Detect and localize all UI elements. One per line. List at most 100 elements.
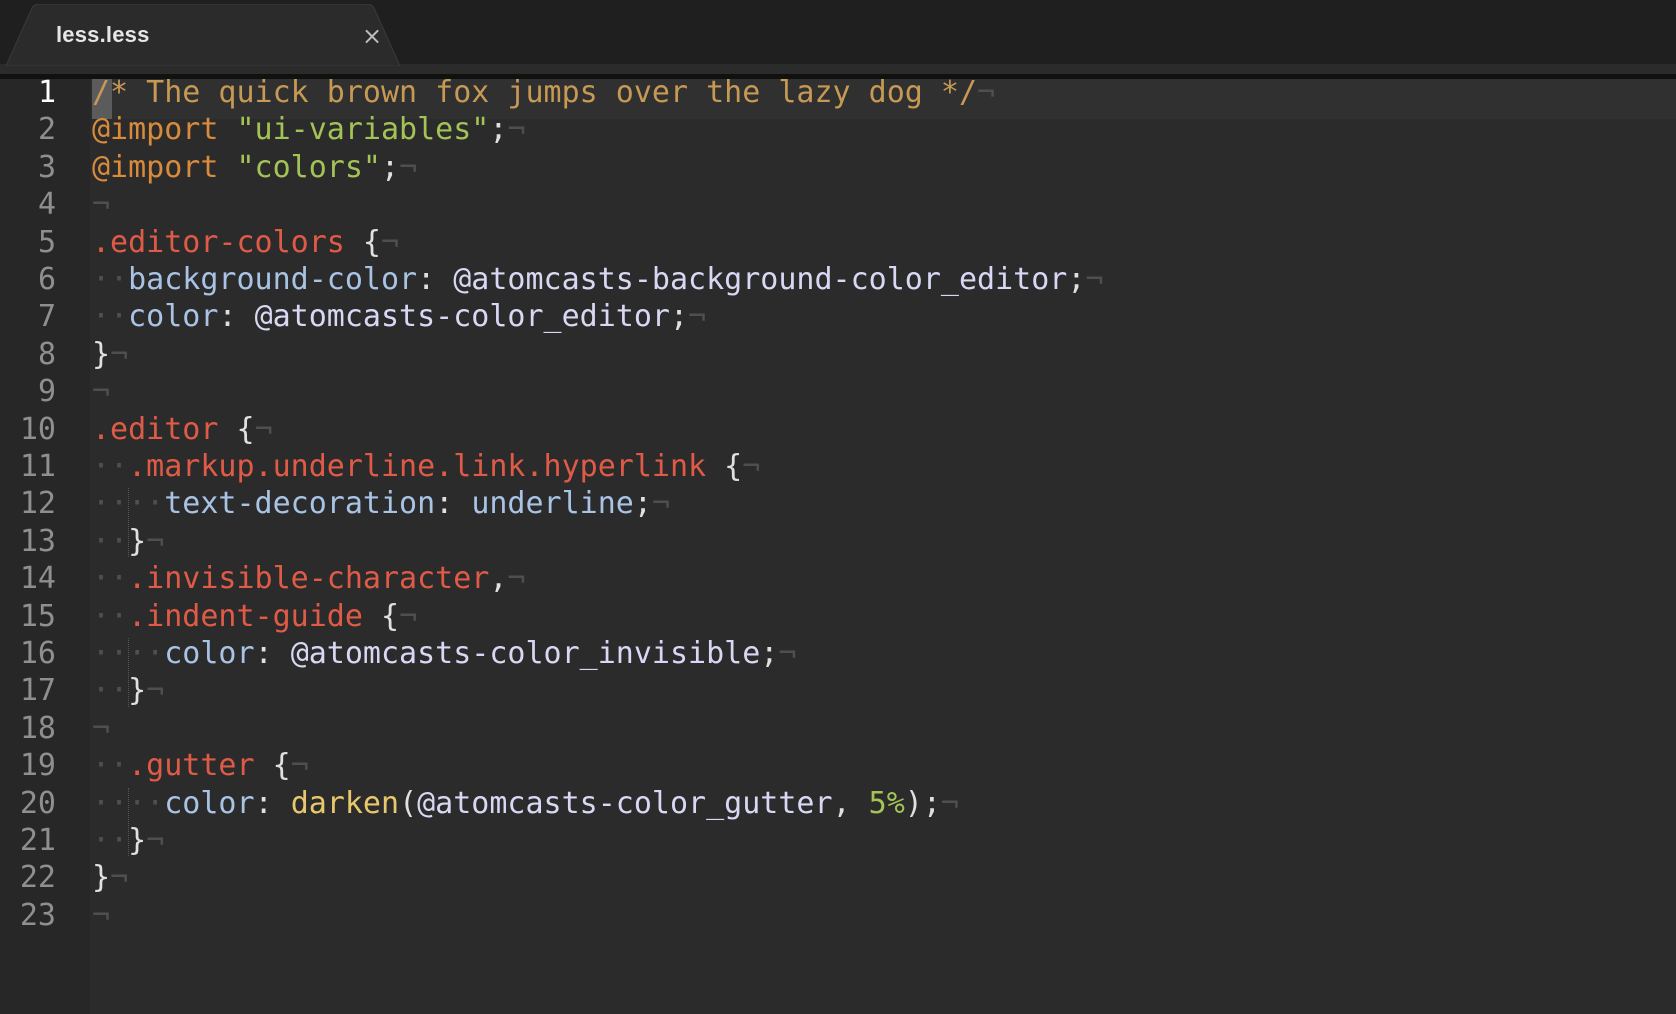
code-line[interactable]: ¬ [92, 372, 110, 412]
token-punc: ; [669, 299, 689, 335]
tab-title: less.less [56, 22, 150, 47]
code-line[interactable]: ····color: darken(@atomcasts-color_gutte… [92, 784, 959, 824]
end-of-line-marker: ¬ [507, 561, 526, 597]
line-number[interactable]: 7 [38, 297, 56, 337]
token-string: "colors" [236, 149, 382, 185]
token-inv: ·· [92, 449, 129, 484]
line-number[interactable]: 17 [20, 671, 56, 711]
end-of-line-marker: ¬ [146, 823, 165, 858]
line-number[interactable]: 13 [20, 522, 56, 562]
code-line[interactable]: ··.invisible-character,¬ [92, 559, 525, 599]
token-inv: ·· [92, 748, 129, 784]
end-of-line-marker: ¬ [92, 187, 111, 223]
end-of-line-marker: ¬ [688, 299, 707, 335]
token-punc: { [706, 449, 743, 484]
token-punc: { [344, 224, 381, 260]
token-string: "ui-variables" [236, 112, 490, 148]
token-punc: { [362, 598, 400, 634]
code-line[interactable]: @import "colors";¬ [92, 148, 417, 188]
line-number[interactable]: 20 [20, 784, 56, 824]
token-punc: { [218, 411, 255, 447]
close-icon[interactable]: × [360, 24, 384, 48]
token-punc: : [254, 636, 291, 671]
token-punc: : [417, 262, 454, 297]
line-number[interactable]: 16 [20, 634, 56, 674]
code-line[interactable]: ··.gutter {¬ [92, 746, 309, 786]
token-inv: ·· [92, 561, 129, 597]
line-number[interactable]: 22 [20, 858, 56, 898]
line-number[interactable]: 4 [38, 185, 56, 225]
indent-guide [128, 488, 129, 558]
token-punc: , [832, 785, 869, 821]
line-number[interactable]: 23 [20, 896, 56, 936]
token-selector: .markup.underline.link.hyperlink [128, 449, 707, 484]
token-inv: ·· [92, 299, 129, 335]
end-of-line-marker: ¬ [1085, 262, 1104, 297]
token-inv: ·· [92, 262, 129, 297]
line-number[interactable]: 5 [38, 223, 56, 263]
line-number[interactable]: 21 [20, 821, 56, 861]
tab-less-file[interactable]: less.less × [4, 4, 422, 66]
line-number[interactable]: 10 [20, 410, 56, 450]
token-inv: ·· [92, 523, 129, 559]
token-var: @atomcasts-color_editor [254, 299, 670, 335]
code-line[interactable]: ··background-color: @atomcasts-backgroun… [92, 260, 1103, 300]
line-number[interactable]: 19 [20, 746, 56, 786]
token-punc: ; [489, 112, 508, 148]
code-line[interactable]: .editor {¬ [92, 410, 273, 450]
end-of-line-marker: ¬ [651, 486, 670, 522]
end-of-line-marker: ¬ [110, 336, 129, 372]
token-selector: .gutter [128, 748, 255, 784]
code-line[interactable]: ··.indent-guide {¬ [92, 597, 417, 637]
code-line[interactable]: .editor-colors {¬ [92, 223, 399, 263]
end-of-line-marker: ¬ [977, 75, 996, 110]
code-line[interactable]: }¬ [92, 858, 128, 898]
line-number[interactable]: 15 [20, 597, 56, 637]
indent-guide [128, 787, 129, 857]
line-number[interactable]: 8 [38, 335, 56, 375]
end-of-line-marker: ¬ [507, 112, 526, 148]
code-line[interactable]: ¬ [92, 709, 110, 749]
line-number[interactable]: 12 [20, 484, 56, 524]
token-punc: ; [1067, 262, 1086, 297]
token-inv: ·· [92, 823, 129, 858]
code-line[interactable]: @import "ui-variables";¬ [92, 110, 526, 150]
code-line[interactable]: ····text-decoration: underline;¬ [92, 484, 670, 524]
end-of-line-marker: ¬ [940, 785, 959, 821]
token-prop: background-color [128, 262, 418, 297]
line-number[interactable]: 14 [20, 559, 56, 599]
token-punc: ; [760, 636, 779, 671]
end-of-line-marker: ¬ [146, 523, 165, 559]
code-line[interactable]: ··color: @atomcasts-color_editor;¬ [92, 297, 706, 337]
end-of-line-marker: ¬ [110, 860, 129, 896]
line-number[interactable]: 9 [38, 372, 56, 412]
token-punc [218, 112, 236, 147]
token-prop: color [164, 636, 255, 671]
line-number[interactable]: 1 [38, 73, 56, 113]
code-line[interactable]: ··.markup.underline.link.hyperlink {¬ [92, 447, 760, 487]
line-number[interactable]: 11 [20, 447, 56, 487]
line-number[interactable]: 6 [38, 260, 56, 300]
end-of-line-marker: ¬ [92, 897, 111, 933]
end-of-line-marker: ¬ [381, 224, 400, 260]
line-number[interactable]: 2 [38, 110, 56, 150]
token-prop: underline [471, 486, 634, 522]
token-prop: color [164, 785, 255, 821]
code-line[interactable]: ¬ [92, 896, 110, 936]
token-punc: ; [633, 486, 652, 522]
code-line[interactable]: /* The quick brown fox jumps over the la… [92, 73, 995, 113]
token-num: 5% [868, 785, 905, 821]
line-number[interactable]: 18 [20, 709, 56, 749]
code-line[interactable]: ¬ [92, 185, 110, 225]
code-editor[interactable]: 1 2 3 4 5 6 7 8 9 10 11 12 13 14 15 16 17 18 19 20 21 22 23 /*… [0, 75, 1676, 1014]
code-line[interactable]: ····color: @atomcasts-color_invisible;¬ [92, 634, 796, 674]
token-punc: } [92, 336, 111, 372]
line-number-gutter: 1 2 3 4 5 6 7 8 9 10 11 12 13 14 15 16 17 18 19 20 21 22 23 [0, 75, 90, 1014]
line-number[interactable]: 3 [38, 148, 56, 188]
code-area[interactable]: /* The quick brown fox jumps over the la… [92, 75, 1676, 1014]
token-func: darken [290, 785, 400, 821]
token-punc: { [254, 748, 291, 784]
token-inv: ·· [92, 673, 129, 709]
code-line[interactable]: }¬ [92, 335, 128, 375]
token-selector: .indent-guide [128, 598, 363, 634]
